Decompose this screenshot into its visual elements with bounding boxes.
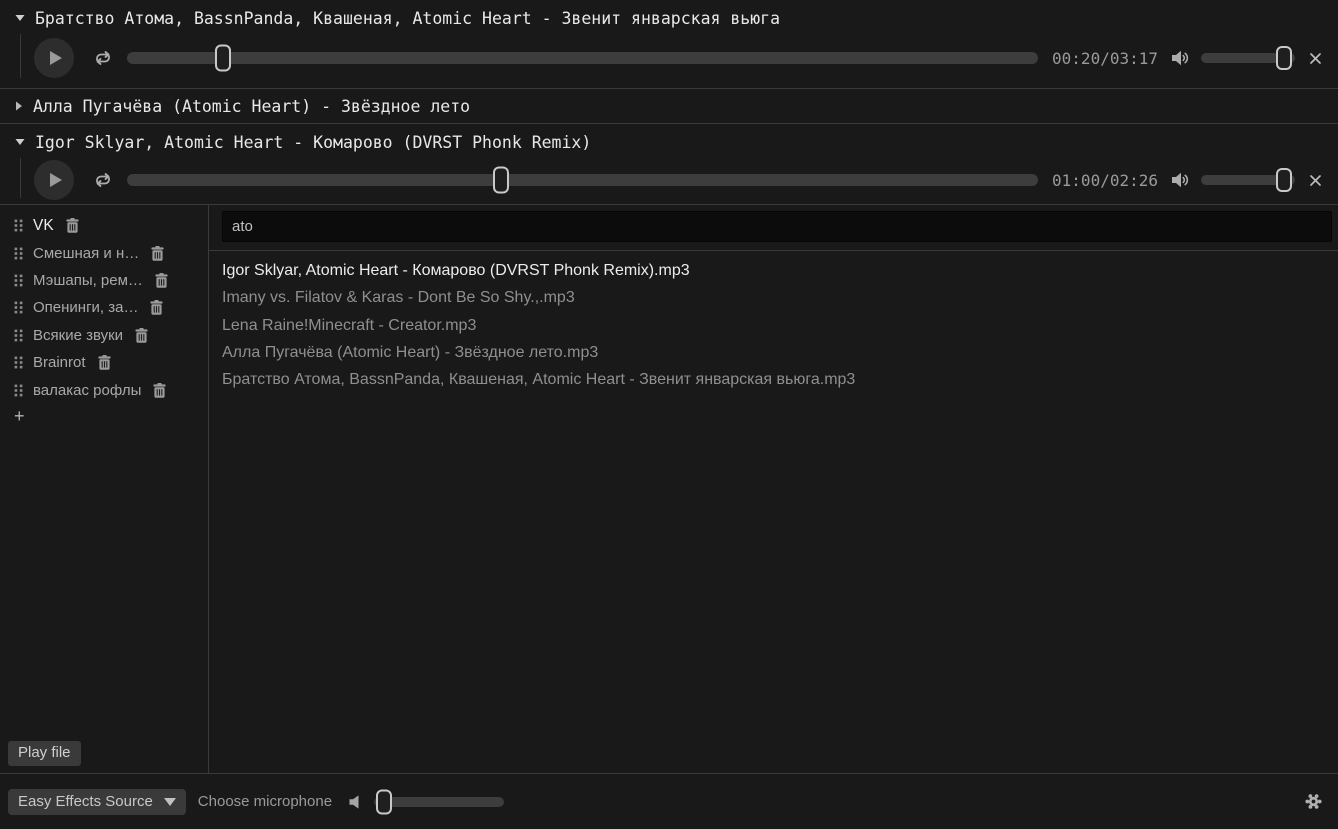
search-input[interactable] [222, 211, 1332, 242]
player-header-3[interactable]: Igor Sklyar, Atomic Heart - Комарово (DV… [0, 124, 1338, 160]
choose-microphone-button[interactable]: Choose microphone [198, 793, 332, 810]
speaker-muted-icon[interactable] [349, 795, 360, 809]
tab-label: Всякие звуки [33, 327, 123, 344]
trash-icon[interactable] [155, 273, 168, 288]
volume-thumb[interactable] [1276, 46, 1292, 70]
mic-volume-thumb[interactable] [376, 789, 392, 814]
volume-slider[interactable] [1201, 45, 1295, 71]
play-icon [50, 51, 62, 65]
player-header-1[interactable]: Братство Атома, BassnPanda, Квашеная, At… [0, 0, 1338, 36]
drag-handle-icon[interactable] [14, 356, 23, 369]
track-title: Алла Пугачёва (Atomic Heart) - Звёздное … [33, 97, 470, 116]
playlist-sidebar: VK Смешная и н… Мэшапы, рем… Опенинги, з… [0, 205, 209, 773]
volume-icon[interactable] [1171, 172, 1190, 188]
time-display: 01:00/02:26 [1052, 171, 1158, 190]
trash-icon[interactable] [98, 355, 111, 370]
file-list: Igor Sklyar, Atomic Heart - Комарово (DV… [222, 257, 1332, 393]
tab-label: Опенинги, за… [33, 299, 138, 316]
drag-handle-icon[interactable] [14, 219, 23, 232]
sidebar-item[interactable]: Мэшапы, рем… [0, 267, 208, 294]
divider [209, 250, 1338, 251]
main-area: VK Смешная и н… Мэшапы, рем… Опенинги, з… [0, 205, 1338, 773]
gear-icon[interactable] [1305, 793, 1322, 810]
file-row[interactable]: Imany vs. Filatov & Karas - Dont Be So S… [222, 284, 1332, 311]
play-file-button[interactable]: Play file [8, 741, 81, 766]
file-row[interactable]: Igor Sklyar, Atomic Heart - Комарово (DV… [222, 257, 1332, 284]
mic-volume-slider[interactable] [374, 789, 504, 815]
player-row-2: Алла Пугачёва (Atomic Heart) - Звёздное … [0, 89, 1338, 124]
drag-handle-icon[interactable] [14, 384, 23, 397]
drag-handle-icon[interactable] [14, 329, 23, 342]
close-icon[interactable] [1309, 174, 1322, 187]
repeat-icon[interactable] [93, 50, 113, 66]
drag-handle-icon[interactable] [14, 247, 23, 260]
tab-label: валакас рофлы [33, 382, 141, 399]
output-source-label: Easy Effects Source [18, 793, 153, 810]
player-controls-3: 01:00/02:26 [0, 160, 1338, 200]
file-panel: Igor Sklyar, Atomic Heart - Комарово (DV… [209, 205, 1338, 773]
repeat-icon[interactable] [93, 172, 113, 188]
file-row[interactable]: Lena Raine!Minecraft - Creator.mp3 [222, 312, 1332, 339]
seek-thumb[interactable] [493, 167, 509, 194]
sidebar-item[interactable]: Опенинги, за… [0, 294, 208, 321]
output-source-select[interactable]: Easy Effects Source [8, 789, 186, 815]
player-controls-1: 00:20/03:17 [0, 36, 1338, 80]
soundboard-app: Братство Атома, BassnPanda, Квашеная, At… [0, 0, 1338, 829]
volume-slider[interactable] [1201, 167, 1295, 193]
bottom-bar: Easy Effects Source Choose microphone [0, 773, 1338, 829]
volume-thumb[interactable] [1276, 168, 1292, 192]
seek-track[interactable] [127, 174, 1038, 186]
trash-icon[interactable] [66, 218, 79, 233]
track-title: Igor Sklyar, Atomic Heart - Комарово (DV… [35, 133, 591, 152]
sidebar-item[interactable]: Всякие звуки [0, 322, 208, 349]
drag-handle-icon[interactable] [14, 274, 23, 287]
trash-icon[interactable] [151, 246, 164, 261]
sidebar-item[interactable]: Смешная и н… [0, 239, 208, 266]
drag-handle-icon[interactable] [14, 301, 23, 314]
play-button[interactable] [34, 38, 74, 78]
player-header-2[interactable]: Алла Пугачёва (Atomic Heart) - Звёздное … [0, 89, 1338, 123]
player-row-1: Братство Атома, BassnPanda, Квашеная, At… [0, 0, 1338, 89]
play-button[interactable] [34, 160, 74, 200]
tab-label: Смешная и н… [33, 245, 139, 262]
sidebar-item[interactable]: Brainrot [0, 349, 208, 376]
play-icon [50, 173, 62, 187]
trash-icon[interactable] [150, 300, 163, 315]
time-display: 00:20/03:17 [1052, 49, 1158, 68]
seek-track[interactable] [127, 52, 1038, 64]
close-icon[interactable] [1309, 52, 1322, 65]
add-playlist-button[interactable]: + [0, 404, 208, 429]
chevron-down-icon [164, 798, 176, 806]
volume-icon[interactable] [1171, 50, 1190, 66]
sidebar-item[interactable]: валакас рофлы [0, 376, 208, 403]
trash-icon[interactable] [135, 328, 148, 343]
chevron-right-icon[interactable] [15, 101, 23, 111]
mic-volume-track[interactable] [374, 797, 504, 807]
seek-slider[interactable] [127, 43, 1038, 73]
tab-label: VK [33, 217, 54, 235]
tab-label: Мэшапы, рем… [33, 272, 143, 289]
trash-icon[interactable] [153, 383, 166, 398]
chevron-down-icon[interactable] [15, 14, 25, 22]
file-row[interactable]: Алла Пугачёва (Atomic Heart) - Звёздное … [222, 339, 1332, 366]
seek-thumb[interactable] [215, 45, 231, 72]
player-row-3: Igor Sklyar, Atomic Heart - Комарово (DV… [0, 124, 1338, 205]
chevron-down-icon[interactable] [15, 138, 25, 146]
sidebar-item-vk[interactable]: VK [0, 212, 208, 239]
seek-slider[interactable] [127, 165, 1038, 195]
tab-label: Brainrot [33, 354, 86, 371]
file-row[interactable]: Братство Атома, BassnPanda, Квашеная, At… [222, 366, 1332, 393]
track-title: Братство Атома, BassnPanda, Квашеная, At… [35, 9, 780, 28]
